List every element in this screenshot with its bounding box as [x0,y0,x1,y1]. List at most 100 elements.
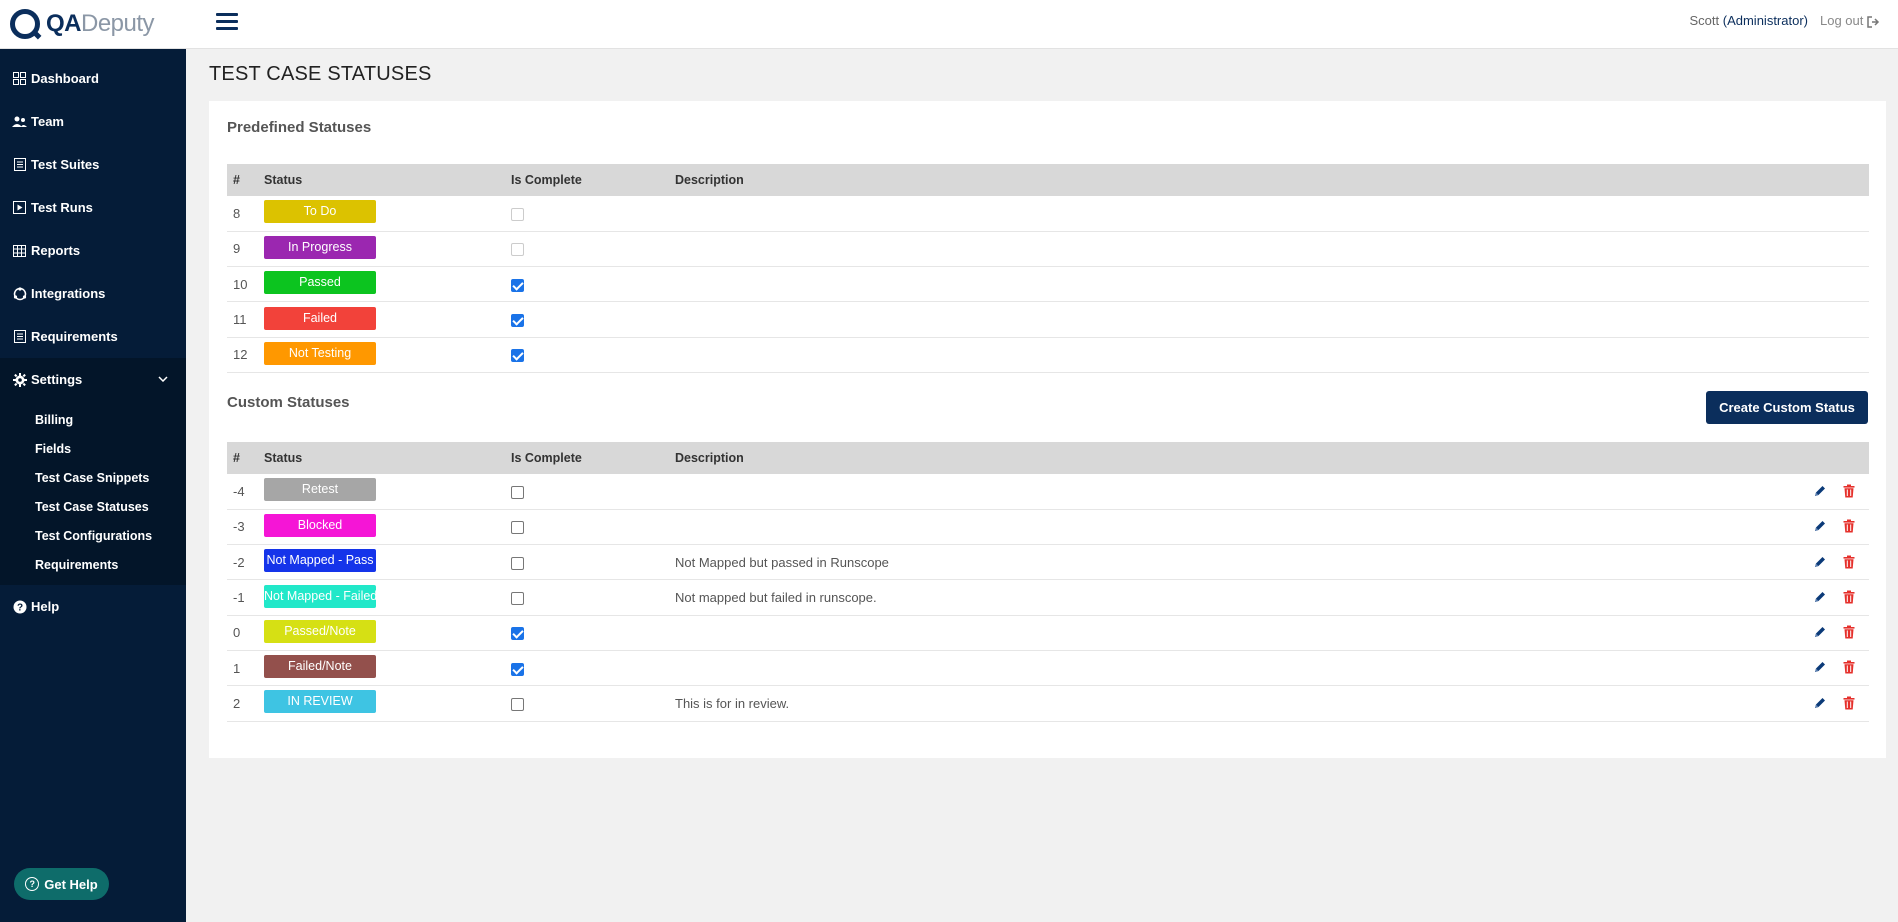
subnav-item-test-case-snippets[interactable]: Test Case Snippets [0,463,186,492]
logout-link[interactable]: Log out [1820,13,1880,28]
status-badge: Not Mapped - Pass [264,549,376,573]
status-description [669,196,1869,231]
requirements-icon [12,329,27,344]
chevron-down-icon [158,374,168,385]
status-description: This is for in review. [675,695,790,711]
is-complete-checkbox[interactable] [511,627,524,641]
status-badge: Blocked [264,513,376,537]
predefined-statuses-table: # Status Is Complete Description 8 To Do 9… [227,164,1869,373]
status-id: 0 [233,625,241,641]
table-header-row: # Status Is Complete Description [227,164,1869,196]
status-description: Not Mapped but passed in Runscope [675,554,889,570]
status-description [669,474,1561,509]
sidebar-item-requirements[interactable]: Requirements [0,315,186,358]
table-row: 11 Failed [227,302,1869,338]
edit-pencil-icon[interactable] [1811,519,1827,535]
table-header-row: # Status Is Complete Description [227,442,1869,474]
delete-trash-icon[interactable] [1839,696,1855,712]
reports-icon [12,243,27,258]
status-id: 9 [233,241,241,257]
sidebar-item-integrations[interactable]: Integrations [0,272,186,315]
create-custom-status-button[interactable]: Create Custom Status [1706,391,1868,424]
status-id: -3 [233,519,245,535]
status-id: 12 [233,347,248,363]
is-complete-checkbox [511,207,524,221]
settings-subnav: Billing Fields Test Case Snippets Test C… [0,401,186,585]
dashboard-icon [12,71,27,86]
sidebar-item-test-suites[interactable]: Test Suites [0,143,186,186]
status-badge: Passed/Note [264,619,376,643]
sidebar-item-settings[interactable]: Settings [0,358,186,401]
is-complete-checkbox[interactable] [511,485,524,499]
edit-pencil-icon[interactable] [1811,696,1827,712]
subnav-item-fields[interactable]: Fields [0,434,186,463]
status-description [669,650,1561,685]
delete-trash-icon[interactable] [1839,555,1855,571]
sidebar-item-test-runs[interactable]: Test Runs [0,186,186,229]
sidebar-item-label: Settings [31,372,83,387]
subnav-item-billing[interactable]: Billing [0,405,186,434]
column-header-number: # [233,173,240,187]
sidebar-item-team[interactable]: Team [0,100,186,143]
status-id: 11 [233,312,247,328]
status-badge: In Progress [264,235,376,259]
is-complete-checkbox [511,349,524,363]
column-header-is-complete: Is Complete [511,451,582,465]
get-help-button[interactable]: ? Get Help [14,868,109,900]
edit-pencil-icon[interactable] [1811,660,1827,676]
sidebar-item-help[interactable]: ? Help [0,585,186,628]
table-row: 1 Failed/Note [227,650,1869,686]
status-description [669,615,1561,650]
table-row: -3 Blocked [227,509,1869,545]
table-row: -2 Not Mapped - Pass Not Mapped but passed… [227,545,1869,580]
subnav-item-requirements[interactable]: Requirements [0,550,186,579]
status-badge: To Do [264,200,376,224]
edit-pencil-icon[interactable] [1811,590,1827,606]
sidebar-item-dashboard[interactable]: Dashboard [0,57,186,100]
help-icon: ? [12,599,27,614]
sidebar-item-label: Requirements [31,329,118,344]
status-description [669,302,1869,337]
integrations-icon [12,286,27,301]
delete-trash-icon[interactable] [1839,625,1855,641]
edit-pencil-icon[interactable] [1811,625,1827,641]
is-complete-checkbox[interactable] [511,521,524,535]
table-row: 9 In Progress [227,231,1869,267]
status-id: 10 [233,276,248,292]
is-complete-checkbox[interactable] [511,697,524,711]
is-complete-checkbox[interactable] [511,662,524,676]
delete-trash-icon[interactable] [1839,484,1855,500]
delete-trash-icon[interactable] [1839,519,1855,535]
status-description [669,509,1561,544]
subnav-item-test-case-statuses[interactable]: Test Case Statuses [0,492,186,521]
delete-trash-icon[interactable] [1839,590,1855,606]
delete-trash-icon[interactable] [1839,660,1855,676]
sidebar-item-label: Test Runs [31,200,93,215]
status-description [669,267,1869,302]
column-header-description: Description [675,451,744,465]
sidebar-item-label: Help [31,599,60,614]
edit-pencil-icon[interactable] [1811,484,1827,500]
column-header-is-complete: Is Complete [511,173,582,187]
logo[interactable]: QADeputy [0,0,186,49]
is-complete-checkbox[interactable] [511,592,524,606]
is-complete-checkbox[interactable] [511,556,524,570]
user-role: (Administrator) [1722,13,1808,28]
logo-mark-icon [10,9,40,39]
sidebar-item-label: Reports [31,243,81,258]
status-id: -4 [233,483,245,499]
logout-icon [1867,15,1880,28]
sidebar: QADeputy Dashboard Team Test Suites Test… [0,0,186,922]
status-badge: Not Testing [264,341,376,365]
hamburger-menu-icon[interactable] [216,13,238,31]
logo-text: QADeputy [46,10,155,37]
column-header-status: Status [264,451,303,465]
custom-statuses-table: # Status Is Complete Description -4 Retes… [227,442,1869,722]
table-row: 0 Passed/Note [227,615,1869,651]
column-header-actions [1561,442,1869,474]
sidebar-item-reports[interactable]: Reports [0,229,186,272]
status-badge: Passed [264,271,376,295]
status-id: 2 [233,695,241,711]
edit-pencil-icon[interactable] [1811,555,1827,571]
subnav-item-test-configurations[interactable]: Test Configurations [0,521,186,550]
